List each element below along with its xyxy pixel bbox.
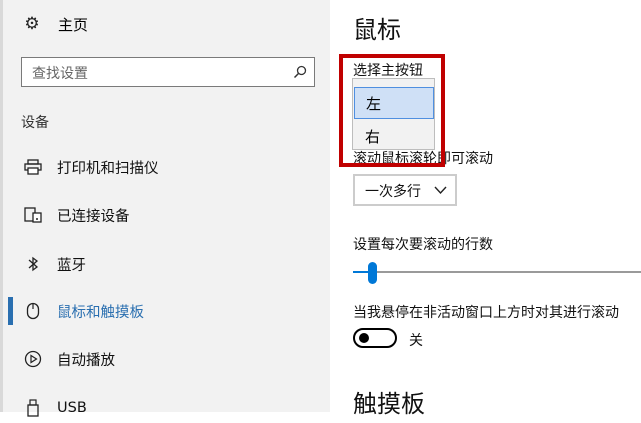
toggle-knob (359, 333, 369, 343)
home-label: 主页 (58, 15, 89, 34)
scroll-lines-slider-track[interactable] (353, 271, 641, 273)
search-field[interactable]: 查找设置 (21, 57, 315, 87)
sidebar-item-label: 蓝牙 (57, 257, 86, 274)
usb-icon (22, 397, 44, 419)
chevron-down-icon (434, 186, 447, 195)
scroll-lines-slider-thumb[interactable] (368, 262, 377, 284)
dropdown-option-right[interactable]: 右 (354, 121, 434, 153)
touchpad-section-title: 触摸板 (353, 390, 425, 418)
wheel-scroll-dropdown[interactable]: 一次多行 (353, 174, 457, 206)
hover-scroll-toggle[interactable] (353, 328, 397, 348)
sidebar-item-label: 打印机和扫描仪 (57, 160, 159, 177)
page-title: 鼠标 (353, 16, 401, 44)
sidebar-item-label: 鼠标和触摸板 (57, 304, 144, 321)
primary-button-dropdown-list[interactable]: 左 右 (352, 78, 435, 150)
sidebar-item-bluetooth[interactable]: 蓝牙 (22, 249, 86, 279)
search-icon[interactable] (293, 65, 307, 79)
wheel-scroll-value: 一次多行 (365, 184, 421, 200)
sidebar-item-printers[interactable]: 打印机和扫描仪 (22, 152, 159, 182)
connected-devices-icon (22, 204, 44, 226)
sidebar-item-connected-devices[interactable]: 已连接设备 (22, 200, 130, 230)
active-item-indicator (8, 297, 13, 325)
sidebar-item-autoplay[interactable]: 自动播放 (22, 344, 115, 374)
mouse-icon (22, 300, 44, 322)
hover-scroll-label: 当我悬停在非活动窗口上方时对其进行滚动 (353, 305, 619, 321)
bluetooth-icon (22, 253, 44, 275)
settings-sidebar: ⚙ 主页 查找设置 设备 打印机和扫描仪 已连接设备 蓝牙 鼠标和触摸板 自动播… (0, 0, 330, 417)
hover-scroll-state: 关 (409, 333, 423, 349)
sidebar-item-mouse-touchpad[interactable]: 鼠标和触摸板 (22, 296, 144, 326)
primary-button-label: 选择主按钮 (353, 63, 423, 79)
printer-icon (22, 156, 44, 178)
sidebar-item-usb[interactable]: USB (22, 393, 87, 423)
search-placeholder: 查找设置 (32, 66, 88, 82)
sidebar-item-label: 已连接设备 (57, 208, 130, 225)
autoplay-icon (22, 348, 44, 370)
sidebar-item-label: USB (57, 400, 87, 416)
home-nav-item[interactable]: ⚙ 主页 (22, 12, 88, 36)
window-left-edge (0, 0, 3, 412)
section-heading-devices: 设备 (21, 115, 49, 131)
dropdown-option-left[interactable]: 左 (354, 87, 434, 119)
sidebar-item-label: 自动播放 (57, 352, 115, 369)
scroll-lines-label: 设置每次要滚动的行数 (353, 237, 493, 253)
gear-icon: ⚙ (24, 14, 40, 34)
